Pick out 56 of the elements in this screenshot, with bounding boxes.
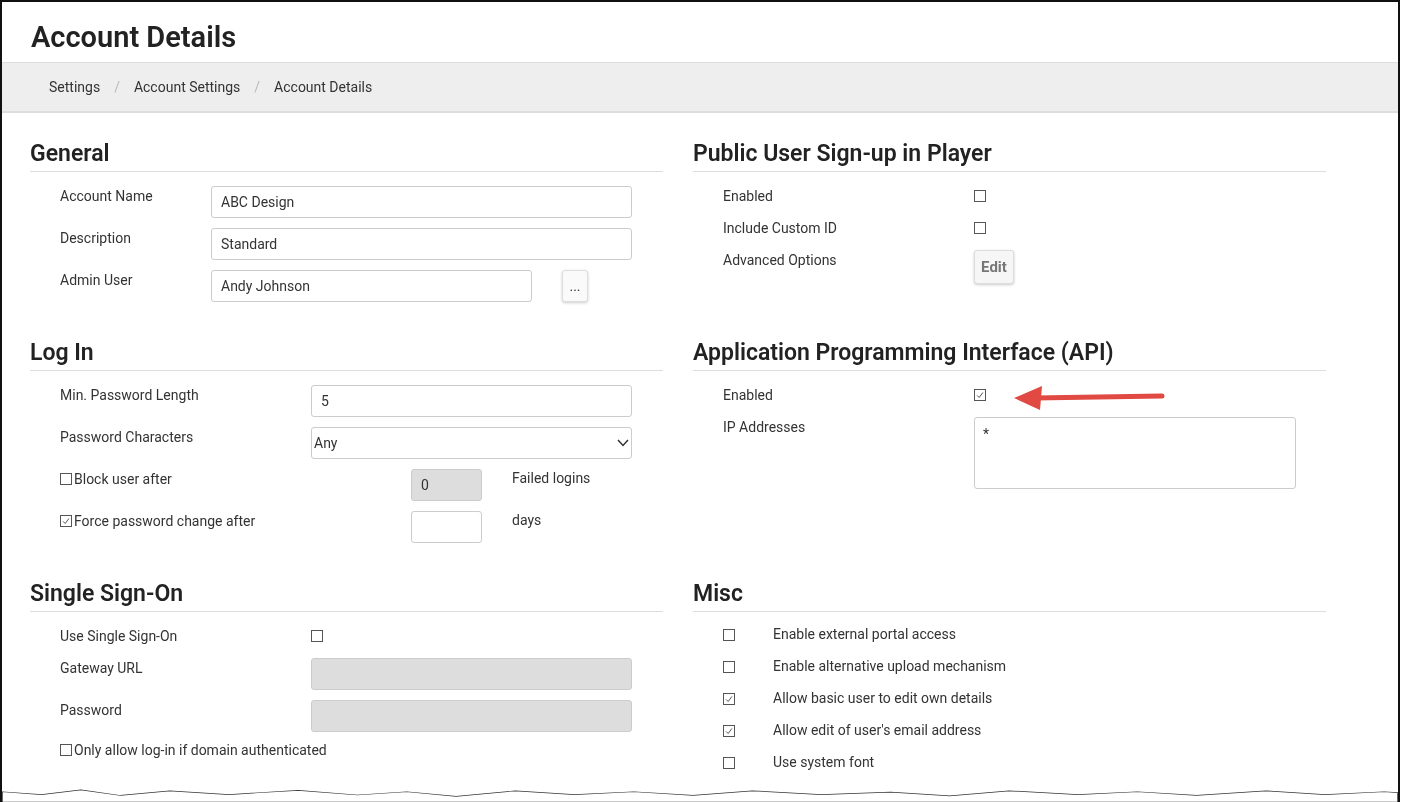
field-label: Use Single Sign-On (60, 627, 179, 644)
field-label: Enabled (723, 386, 774, 403)
checkbox[interactable] (723, 757, 735, 769)
chevron-down-icon (617, 439, 629, 447)
section-heading: General (30, 139, 663, 172)
edit-button[interactable]: Edit (974, 250, 1014, 284)
checkbox[interactable] (311, 630, 323, 642)
field-label: Account Name (60, 187, 154, 204)
field-label: IP Addresses (723, 418, 807, 435)
checkbox[interactable] (723, 629, 735, 641)
field-label: Min. Password Length (60, 386, 200, 403)
field-label: Description (60, 229, 132, 246)
checkbox-label: Enable alternative upload mechanism (773, 658, 1007, 674)
text-field[interactable]: Andy Johnson (211, 270, 532, 302)
section-heading: Application Programming Interface (API) (693, 338, 1326, 371)
field-label: Password (60, 701, 123, 718)
checkbox[interactable] (974, 389, 986, 401)
number-field[interactable] (411, 511, 482, 543)
breadcrumb-separator: / (114, 79, 120, 95)
dropdown[interactable]: Any (311, 427, 632, 459)
checkbox[interactable] (723, 661, 735, 673)
breadcrumb-link[interactable]: Account Settings (133, 79, 241, 95)
checkbox-label: Enable external portal access (773, 626, 956, 642)
section-heading: Single Sign-On (30, 579, 663, 612)
field-label: Enabled (723, 187, 774, 204)
checkbox[interactable] (974, 222, 986, 234)
text-area[interactable]: * (974, 417, 1296, 489)
text-field[interactable]: ABC Design (211, 186, 632, 218)
page-title: Account Details (30, 19, 238, 56)
checkbox[interactable] (60, 515, 72, 527)
field-label: Password Characters (60, 428, 195, 445)
checkbox[interactable] (60, 744, 72, 756)
breadcrumb-link[interactable]: Account Details (274, 79, 373, 95)
section-heading: Misc (693, 579, 1326, 612)
checkbox-label: Block user after (74, 471, 172, 487)
breadcrumb-link[interactable]: Settings (49, 79, 101, 95)
field-suffix: Failed logins (512, 469, 591, 486)
text-field[interactable]: Standard (211, 228, 632, 260)
field-label: Gateway URL (60, 659, 144, 676)
field-label: Advanced Options (723, 251, 838, 268)
section-heading: Public User Sign-up in Player (693, 139, 1326, 172)
checkbox[interactable] (974, 190, 986, 202)
field-label: Admin User (60, 271, 134, 288)
checkbox-label: Use system font (773, 754, 875, 770)
field-suffix: days (512, 511, 542, 528)
browse-button[interactable]: ... (562, 270, 588, 302)
checkbox-label: Only allow log-in if domain authenticated (74, 742, 327, 758)
checkbox[interactable] (723, 693, 735, 705)
section-heading: Log In (30, 338, 663, 371)
checkbox[interactable] (723, 725, 735, 737)
text-field[interactable]: 5 (311, 385, 632, 417)
checkbox-label: Force password change after (74, 513, 256, 529)
field-label: Include Custom ID (723, 219, 838, 236)
checkbox-label: Allow edit of user's email address (773, 722, 982, 738)
checkbox-label: Allow basic user to edit own details (773, 690, 993, 706)
breadcrumb-separator: / (254, 79, 261, 95)
